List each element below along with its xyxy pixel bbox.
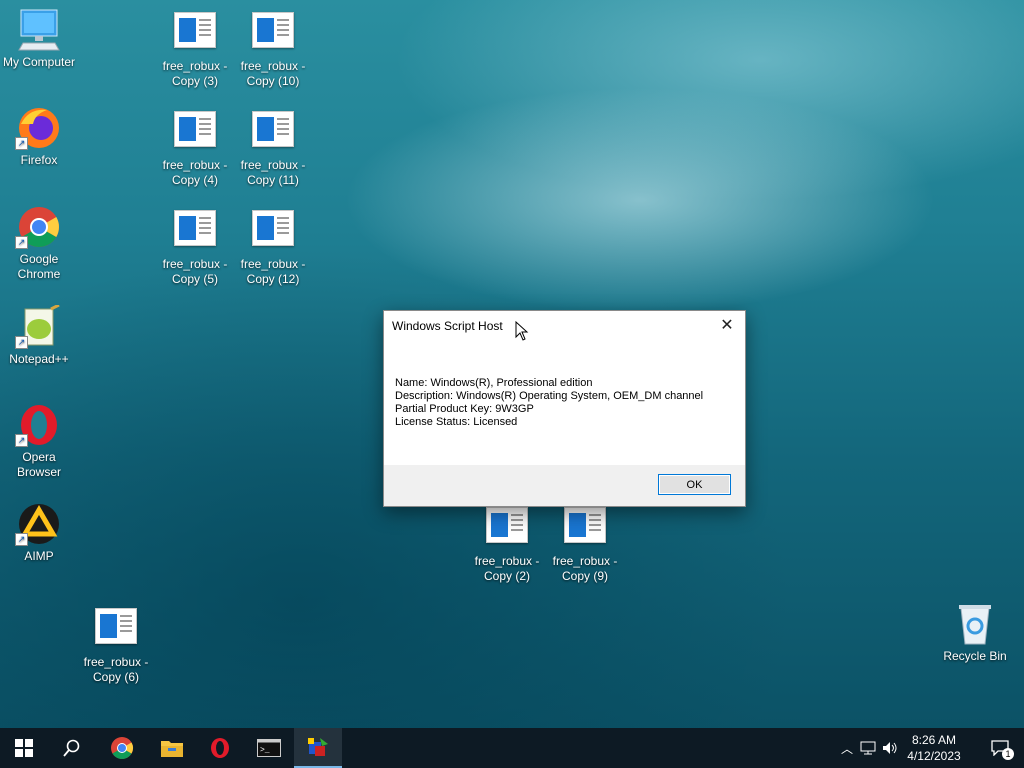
taskbar-script-host[interactable] <box>294 728 342 768</box>
search-icon <box>63 739 80 757</box>
taskbar-opera[interactable] <box>196 728 244 768</box>
mouse-cursor-icon <box>515 321 529 341</box>
search-button[interactable] <box>48 728 96 768</box>
network-icon[interactable] <box>860 741 876 755</box>
script-file-icon <box>174 12 216 48</box>
shortcut-arrow-icon: ↗ <box>15 533 28 546</box>
action-center-button[interactable]: 1 <box>976 728 1024 768</box>
icon-label: AIMP <box>24 549 54 563</box>
chevron-up-icon[interactable]: ︿ <box>838 740 856 757</box>
script-file-icon <box>564 507 606 543</box>
dialog-message: Name: Windows(R), Professional edition D… <box>395 377 703 429</box>
clock[interactable]: 8:26 AM 4/12/2023 <box>902 732 966 764</box>
script-file-icon <box>174 111 216 147</box>
file-icon-item[interactable]: free_robux - Copy (10) <box>234 8 312 89</box>
recycle-bin-icon <box>951 602 999 646</box>
notepadpp-icon-item[interactable]: ↗ Notepad++ <box>0 303 78 367</box>
script-file-icon <box>252 111 294 147</box>
shortcut-arrow-icon: ↗ <box>15 236 28 249</box>
notification-count-badge: 1 <box>1002 748 1014 760</box>
message-line-product-key: Partial Product Key: 9W3GP <box>395 403 534 415</box>
icon-label: free_robux - Copy (11) <box>240 158 306 187</box>
taskbar-chrome[interactable] <box>98 728 146 768</box>
script-file-icon <box>174 210 216 246</box>
command-prompt-icon: >_ <box>257 739 281 757</box>
icon-label: free_robux - Copy (12) <box>240 257 306 286</box>
icon-label: free_robux - Copy (2) <box>474 554 540 583</box>
chrome-icon: ↗ <box>15 205 63 249</box>
script-file-icon <box>486 507 528 543</box>
file-icon-item[interactable]: free_robux - Copy (11) <box>234 107 312 188</box>
aimp-icon: ↗ <box>15 502 63 546</box>
message-line-license-status: License Status: Licensed <box>395 416 518 428</box>
file-icon-item[interactable]: free_robux - Copy (5) <box>156 206 234 287</box>
file-icon-item[interactable]: free_robux - Copy (6) <box>77 604 155 685</box>
firefox-icon: ↗ <box>15 106 63 150</box>
script-file-icon <box>252 12 294 48</box>
recycle-bin-icon-item[interactable]: Recycle Bin <box>936 602 1014 664</box>
taskbar: >_ ︿ 8:26 AM 4/12/2023 1 <box>0 728 1024 768</box>
icon-label: Notepad++ <box>9 352 69 366</box>
file-icon-item[interactable]: free_robux - Copy (3) <box>156 8 234 89</box>
icon-label: Firefox <box>20 153 58 167</box>
taskbar-file-explorer[interactable] <box>148 728 196 768</box>
opera-icon: ↗ <box>15 403 63 447</box>
script-file-icon <box>95 608 137 644</box>
aimp-icon-item[interactable]: ↗ AIMP <box>0 502 78 564</box>
windows-logo-icon <box>15 739 33 757</box>
script-file-icon <box>252 210 294 246</box>
file-icon-item[interactable]: free_robux - Copy (9) <box>546 503 624 584</box>
volume-icon[interactable] <box>882 741 898 755</box>
svg-text:>_: >_ <box>260 746 270 755</box>
clock-date: 4/12/2023 <box>907 749 961 763</box>
icon-label: Google Chrome <box>17 252 61 281</box>
taskbar-command-prompt[interactable]: >_ <box>245 728 293 768</box>
icon-label: Recycle Bin <box>943 649 1007 663</box>
start-button[interactable] <box>0 728 48 768</box>
icon-label: My Computer <box>2 55 76 69</box>
message-line-name: Name: Windows(R), Professional edition <box>395 377 593 389</box>
ok-button[interactable]: OK <box>658 474 731 495</box>
icon-label: free_robux - Copy (5) <box>162 257 228 286</box>
clock-time: 8:26 AM <box>911 733 957 747</box>
icon-label: free_robux - Copy (6) <box>83 655 149 684</box>
message-line-description: Description: Windows(R) Operating System… <box>395 390 704 402</box>
desktop: My Computer ↗ Firefox ↗ Google Chrome ↗ … <box>0 0 1024 728</box>
file-icon-item[interactable]: free_robux - Copy (2) <box>468 503 546 584</box>
script-host-icon <box>308 738 328 756</box>
shortcut-arrow-icon: ↗ <box>15 336 28 349</box>
close-icon[interactable]: ✕ <box>717 316 737 336</box>
icon-label: free_robux - Copy (10) <box>240 59 306 88</box>
opera-icon <box>211 738 229 758</box>
file-icon-item[interactable]: free_robux - Copy (12) <box>234 206 312 287</box>
chrome-icon-item[interactable]: ↗ Google Chrome <box>0 205 78 282</box>
system-tray: ︿ <box>838 728 898 768</box>
folder-icon <box>161 741 183 757</box>
firefox-icon-item[interactable]: ↗ Firefox <box>0 106 78 168</box>
computer-icon <box>15 8 63 52</box>
shortcut-arrow-icon: ↗ <box>15 434 28 447</box>
dialog-title: Windows Script Host <box>392 319 503 333</box>
dialog-footer: OK <box>384 465 745 506</box>
chrome-icon <box>111 737 133 759</box>
script-host-dialog: Windows Script Host ✕ Name: Windows(R), … <box>383 310 746 507</box>
icon-label: free_robux - Copy (3) <box>162 59 228 88</box>
file-icon-item[interactable]: free_robux - Copy (4) <box>156 107 234 188</box>
notepadpp-icon: ↗ <box>15 303 63 349</box>
shortcut-arrow-icon: ↗ <box>15 137 28 150</box>
icon-label: free_robux - Copy (9) <box>552 554 618 583</box>
icon-label: Opera Browser <box>16 450 61 479</box>
my-computer-icon-item[interactable]: My Computer <box>0 8 78 70</box>
opera-icon-item[interactable]: ↗ Opera Browser <box>0 403 78 480</box>
icon-label: free_robux - Copy (4) <box>162 158 228 187</box>
